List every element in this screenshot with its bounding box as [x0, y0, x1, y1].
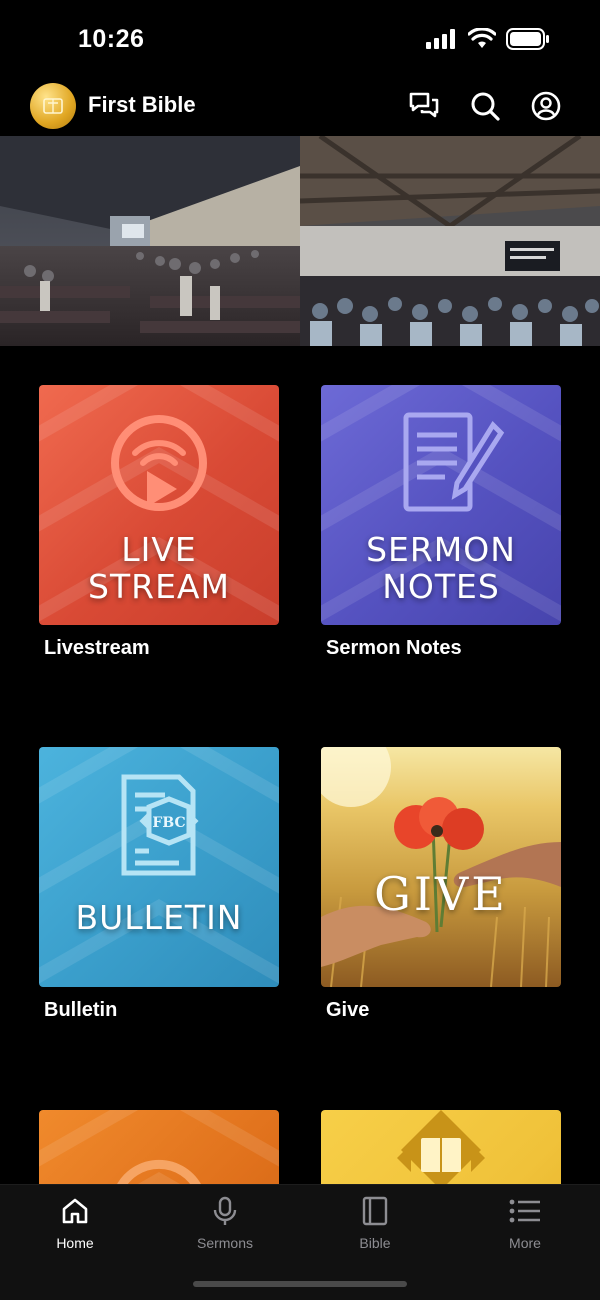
- app-title: First Bible: [88, 92, 196, 117]
- sanctuary-photo-left: [0, 136, 300, 346]
- tab-home[interactable]: Home: [0, 1195, 150, 1251]
- account-icon[interactable]: [530, 90, 562, 122]
- cellular-signal-icon: [426, 29, 455, 49]
- search-icon[interactable]: [469, 90, 501, 122]
- sermon-notes-tile-title: SERMON NOTES: [366, 530, 516, 606]
- bulletin-tile[interactable]: FBC BULLETIN Bulletin: [39, 747, 279, 1022]
- church-logo[interactable]: [30, 83, 76, 129]
- livestream-tile-image[interactable]: LIVE STREAM: [39, 385, 279, 625]
- sermon-notes-tile[interactable]: SERMON NOTES Sermon Notes: [321, 385, 561, 660]
- notes-pen-icon: [403, 412, 505, 512]
- tab-more[interactable]: More: [450, 1195, 600, 1251]
- status-time: 10:26: [78, 25, 145, 53]
- tab-sermons[interactable]: Sermons: [150, 1195, 300, 1251]
- sermon-notes-caption: Sermon Notes: [326, 637, 462, 659]
- give-tile[interactable]: GIVE Give: [321, 747, 561, 1022]
- livestream-tile-title: LIVE STREAM: [88, 530, 230, 606]
- home-indicator: [193, 1281, 407, 1287]
- sanctuary-photo-right: [300, 136, 600, 346]
- status-bar: 10:26: [0, 0, 600, 80]
- give-caption: Give: [326, 999, 370, 1021]
- livestream-caption: Livestream: [44, 637, 150, 659]
- wifi-icon: [468, 28, 496, 48]
- give-tile-title: GIVE: [374, 867, 508, 921]
- tab-more-label: More: [509, 1235, 541, 1251]
- home-icon: [62, 1198, 88, 1224]
- status-icons: [426, 28, 550, 50]
- tab-home-label: Home: [56, 1235, 94, 1251]
- bulletin-tile-title: BULLETIN: [75, 898, 243, 937]
- bible-icon: [397, 1110, 485, 1190]
- give-tile-image[interactable]: GIVE: [321, 747, 561, 987]
- tab-bible[interactable]: Bible: [300, 1195, 450, 1251]
- microphone-icon: [213, 1196, 237, 1225]
- bulletin-caption: Bulletin: [44, 999, 118, 1021]
- list-icon: [509, 1199, 540, 1223]
- church-banner: [0, 136, 600, 346]
- book-icon: [362, 1196, 388, 1226]
- battery-icon: [506, 28, 549, 50]
- bulletin-emblem-text: FBC: [152, 815, 185, 831]
- tab-bible-label: Bible: [359, 1235, 391, 1251]
- chat-bubbles-icon[interactable]: [408, 90, 440, 122]
- bulletin-tile-image[interactable]: FBC BULLETIN: [39, 747, 279, 987]
- app-header: First Bible: [0, 80, 600, 136]
- logo-emblem-icon: [43, 98, 63, 114]
- sermon-notes-tile-image[interactable]: SERMON NOTES: [321, 385, 561, 625]
- livestream-tile[interactable]: LIVE STREAM Livestream: [39, 385, 279, 660]
- tab-sermons-label: Sermons: [196, 1235, 254, 1251]
